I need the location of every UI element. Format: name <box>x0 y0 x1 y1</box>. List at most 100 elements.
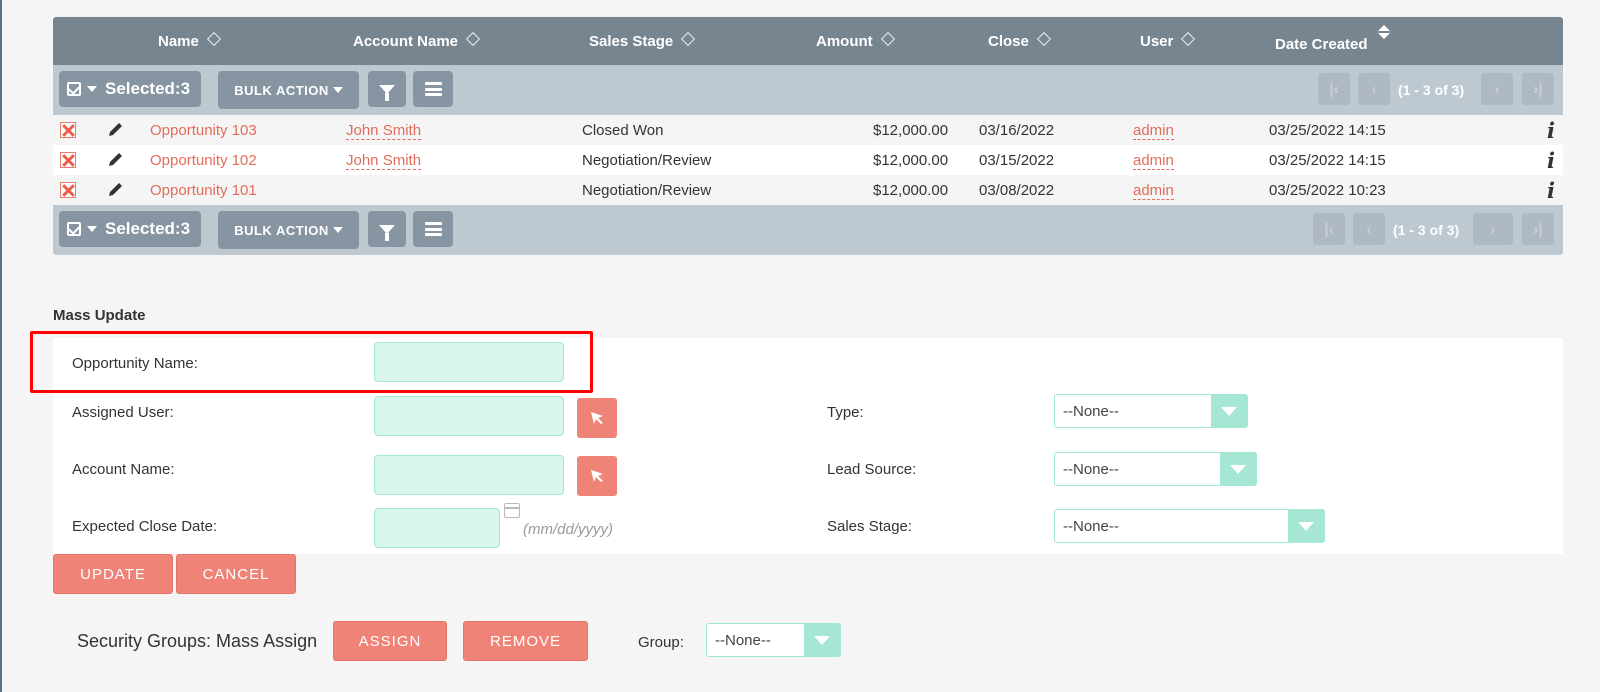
column-header-label: User <box>1140 33 1174 50</box>
filter-button[interactable] <box>368 211 406 247</box>
group-label: Group: <box>638 634 684 651</box>
cancel-button[interactable]: CANCEL <box>176 554 296 594</box>
previous-page-button[interactable]: ‹ <box>1353 213 1385 245</box>
last-page-icon: ›| <box>1533 80 1543 98</box>
type-select[interactable]: --None-- <box>1054 394 1248 428</box>
assigned-user-label: Assigned User: <box>72 404 174 421</box>
opportunity-name-input[interactable] <box>374 342 564 382</box>
account-name-link[interactable]: John Smith <box>346 152 422 170</box>
sort-icon[interactable] <box>206 31 221 47</box>
column-header-amount[interactable]: Amount <box>816 31 895 50</box>
column-chooser-button[interactable] <box>413 71 453 107</box>
opportunity-name-link[interactable]: Opportunity 102 <box>150 152 257 169</box>
sort-icon[interactable] <box>681 31 696 47</box>
type-label: Type: <box>827 404 864 421</box>
column-header-label: Sales Stage <box>589 33 674 50</box>
checkbox-icon <box>67 82 81 96</box>
info-icon[interactable]: i <box>1547 178 1555 203</box>
sort-icon[interactable] <box>880 31 895 47</box>
user-link[interactable]: admin <box>1133 182 1174 200</box>
column-header-close[interactable]: Close <box>988 31 1051 50</box>
previous-page-button[interactable]: ‹ <box>1358 73 1390 105</box>
previous-page-icon: ‹ <box>1371 80 1377 98</box>
chevron-down-icon <box>1220 453 1256 485</box>
group-select[interactable]: --None-- <box>706 623 841 657</box>
last-page-button[interactable]: ›| <box>1522 213 1554 245</box>
column-header-label: Date Created <box>1275 36 1368 53</box>
bulk-action-button[interactable]: BULK ACTION <box>218 211 359 249</box>
chevron-down-icon <box>87 226 97 232</box>
user-link[interactable]: admin <box>1133 152 1174 170</box>
expected-close-date-input[interactable] <box>374 508 500 548</box>
delete-icon[interactable] <box>60 152 76 168</box>
lead-source-select[interactable]: --None-- <box>1054 452 1257 486</box>
delete-icon[interactable] <box>60 122 76 138</box>
last-page-button[interactable]: ›| <box>1522 73 1554 105</box>
column-header-account-name[interactable]: Account Name <box>353 31 481 50</box>
select-dropdown-button[interactable]: Selected:3 <box>59 211 201 247</box>
account-name-label: Account Name: <box>72 461 175 478</box>
date-created-cell: 03/25/2022 14:15 <box>1269 122 1386 139</box>
column-header-user[interactable]: User <box>1140 31 1196 50</box>
sort-desc-icon[interactable] <box>1377 25 1390 47</box>
first-page-button[interactable]: |‹ <box>1313 213 1345 245</box>
selected-count: Selected:3 <box>105 79 191 98</box>
date-created-cell: 03/25/2022 10:23 <box>1269 182 1386 199</box>
last-page-icon: ›| <box>1533 220 1543 238</box>
select-dropdown-button[interactable]: Selected:3 <box>59 71 201 107</box>
next-page-button[interactable]: › <box>1481 73 1513 105</box>
assign-button[interactable]: ASSIGN <box>333 621 447 661</box>
bulk-action-button[interactable]: BULK ACTION <box>218 71 359 109</box>
pencil-icon[interactable] <box>107 182 125 198</box>
filter-icon <box>379 224 395 241</box>
list-header: Name Account Name Sales Stage Amount Clo… <box>53 17 1563 65</box>
next-page-icon: › <box>1490 220 1496 238</box>
update-button[interactable]: UPDATE <box>53 554 173 594</box>
date-format-hint: (mm/dd/yyyy) <box>523 521 613 538</box>
expected-close-date-label: Expected Close Date: <box>72 518 218 535</box>
pencil-icon[interactable] <box>107 152 125 168</box>
amount-cell: $12,000.00 <box>873 122 949 139</box>
delete-icon[interactable] <box>60 182 76 198</box>
account-name-link[interactable]: John Smith <box>346 122 422 140</box>
date-created-cell: 03/25/2022 14:15 <box>1269 152 1386 169</box>
cursor-arrow-icon <box>591 412 603 424</box>
list-toolbar-top: Selected:3 BULK ACTION |‹ ‹ (1 - 3 of 3)… <box>53 65 1563 115</box>
user-link[interactable]: admin <box>1133 122 1174 140</box>
info-icon[interactable]: i <box>1547 118 1555 143</box>
close-date-cell: 03/15/2022 <box>979 152 1055 169</box>
column-header-name[interactable]: Name <box>158 31 221 50</box>
sales-stage-label: Sales Stage: <box>827 518 913 535</box>
account-name-input[interactable] <box>374 455 564 495</box>
column-chooser-button[interactable] <box>413 211 453 247</box>
chevron-down-icon <box>87 86 97 92</box>
calendar-icon[interactable] <box>504 503 520 518</box>
pagination-text: (1 - 3 of 3) <box>1393 222 1460 238</box>
bulk-action-label: BULK ACTION <box>234 222 329 238</box>
left-edge-border <box>0 0 2 692</box>
column-header-date-created[interactable]: Date Created <box>1275 25 1390 53</box>
sales-stage-select[interactable]: --None-- <box>1054 509 1325 543</box>
pencil-icon[interactable] <box>107 122 125 138</box>
column-header-sales-stage[interactable]: Sales Stage <box>589 31 696 50</box>
sort-icon[interactable] <box>465 31 481 47</box>
sales-stage-cell: Negotiation/Review <box>582 152 712 169</box>
first-page-button[interactable]: |‹ <box>1318 73 1350 105</box>
sales-stage-cell: Negotiation/Review <box>582 182 712 199</box>
select-account-button[interactable] <box>577 456 617 496</box>
table-row: Opportunity 101 Negotiation/Review $12,0… <box>53 175 1563 205</box>
opportunity-list-view: Name Account Name Sales Stage Amount Clo… <box>53 17 1563 255</box>
group-select-value: --None-- <box>715 632 771 649</box>
sort-icon[interactable] <box>1036 31 1051 47</box>
next-page-button[interactable]: › <box>1473 213 1513 245</box>
filter-button[interactable] <box>368 71 406 107</box>
opportunity-name-link[interactable]: Opportunity 101 <box>150 182 257 199</box>
chevron-down-icon <box>804 624 840 656</box>
select-assigned-user-button[interactable] <box>577 398 617 438</box>
remove-button[interactable]: REMOVE <box>463 621 588 661</box>
sort-icon[interactable] <box>1181 31 1196 47</box>
info-icon[interactable]: i <box>1547 148 1555 173</box>
opportunity-name-link[interactable]: Opportunity 103 <box>150 122 257 139</box>
assigned-user-input[interactable] <box>374 396 564 436</box>
column-header-label: Name <box>158 33 199 50</box>
